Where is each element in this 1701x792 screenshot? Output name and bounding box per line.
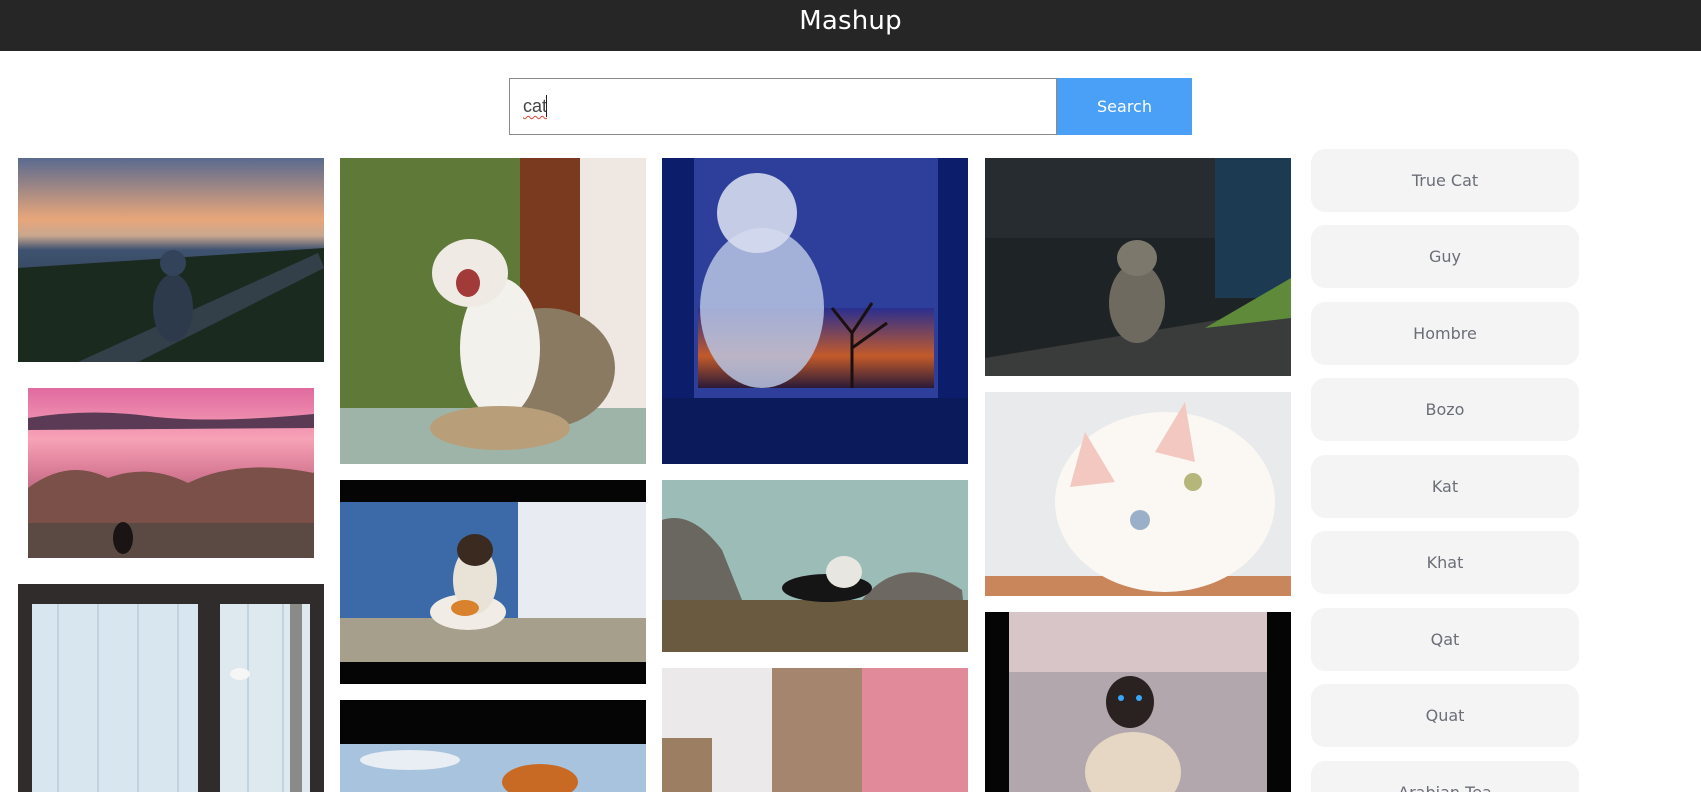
photo-white-cat-closeup[interactable] bbox=[985, 392, 1291, 596]
suggestion-hombre[interactable]: Hombre bbox=[1311, 302, 1579, 365]
photo-street-blur[interactable] bbox=[662, 668, 968, 792]
photo-cat-yawning[interactable] bbox=[340, 158, 646, 464]
photo-cat-dusk-seaside[interactable] bbox=[18, 158, 324, 362]
suggestion-kat[interactable]: Kat bbox=[1311, 455, 1579, 518]
suggestion-khat[interactable]: Khat bbox=[1311, 531, 1579, 594]
suggestion-quat[interactable]: Quat bbox=[1311, 684, 1579, 747]
photo-tabby-cat-sitting[interactable] bbox=[985, 158, 1291, 376]
text-caret bbox=[546, 95, 547, 117]
search-form: cat Search bbox=[509, 78, 1192, 135]
suggestion-arabian-tea[interactable]: Arabian Tea bbox=[1311, 761, 1579, 792]
suggestion-true-cat[interactable]: True Cat bbox=[1311, 149, 1579, 212]
photo-cat-on-rocks[interactable] bbox=[662, 480, 968, 652]
search-input-value: cat bbox=[523, 96, 548, 116]
search-input[interactable] bbox=[509, 78, 1057, 135]
photo-cat-window-reflection[interactable] bbox=[662, 158, 968, 464]
search-button[interactable]: Search bbox=[1057, 78, 1192, 135]
photo-cat-pink-sunset-rocks[interactable] bbox=[28, 388, 314, 558]
photo-siamese-cat[interactable] bbox=[985, 612, 1291, 792]
suggestion-qat[interactable]: Qat bbox=[1311, 608, 1579, 671]
suggestion-bozo[interactable]: Bozo bbox=[1311, 378, 1579, 441]
top-bar: Mashup bbox=[0, 0, 1701, 51]
photo-calico-cat-lying[interactable] bbox=[340, 480, 646, 684]
suggestion-guy[interactable]: Guy bbox=[1311, 225, 1579, 288]
photo-cat-window-curtains[interactable] bbox=[18, 584, 324, 792]
photo-orange-foliage[interactable] bbox=[340, 700, 646, 792]
app-title: Mashup bbox=[799, 6, 902, 36]
